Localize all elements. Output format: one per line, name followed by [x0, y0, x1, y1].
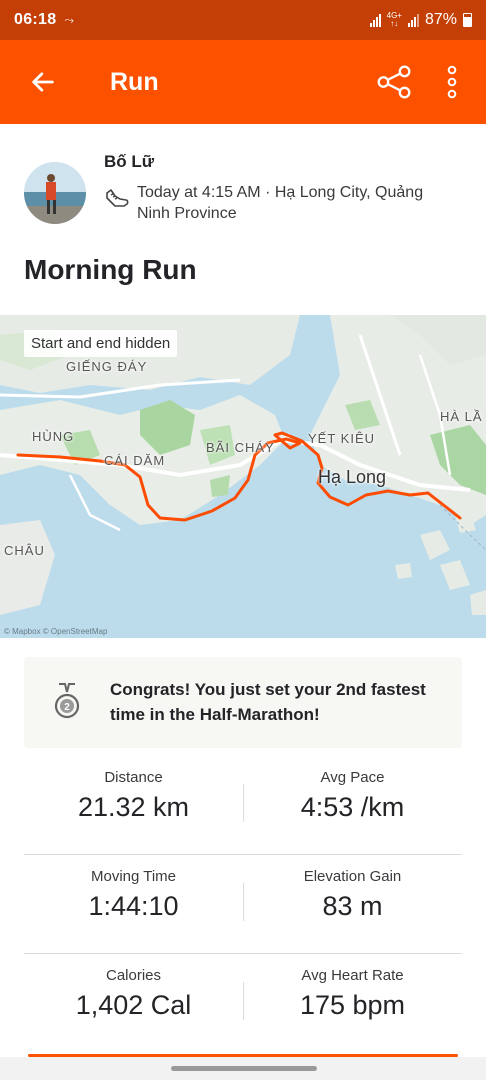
achievement-banner[interactable]: 2 Congrats! You just set your 2nd fastes…: [24, 657, 462, 748]
status-icons: 4G+ ↑↓ 87%: [369, 11, 472, 29]
stat-label: Distance: [104, 769, 163, 786]
page-title: Run: [110, 67, 159, 96]
status-bar: 06:18 ⤳ 4G+ ↑↓ 87%: [0, 0, 486, 40]
stat-value: 1:44:10: [88, 891, 179, 921]
stat-label: Avg Pace: [320, 769, 385, 786]
map-label-cai-dam: CÁI DĂM: [104, 453, 166, 468]
stats-grid: Distance 21.32 km Avg Pace 4:53 /km Movi…: [24, 756, 462, 1053]
stats-row: Moving Time 1:44:10 Elevation Gain 83 m: [24, 855, 462, 954]
map-label-bai-chay: BÃI CHÁY: [206, 440, 275, 455]
privacy-chip: Start and end hidden: [24, 330, 178, 357]
more-vertical-icon: [447, 65, 457, 99]
athlete-header: Bố Lữ Today at 4:15 AM · Hạ Long City, Q…: [24, 150, 464, 230]
stat-avg-pace: Avg Pace 4:53 /km: [243, 769, 462, 823]
app-bar: Run: [0, 40, 486, 124]
map-label-gieng-day: GIẾNG ĐÁY: [66, 359, 148, 374]
stats-row: Calories 1,402 Cal Avg Heart Rate 175 bp…: [24, 954, 462, 1053]
map-label-ha-long: Hạ Long: [318, 467, 387, 487]
stat-label: Avg Heart Rate: [301, 967, 404, 984]
share-icon: [377, 65, 411, 99]
running-shoe-icon: [106, 189, 129, 207]
map-label-ha-lam: HÀ LẦ: [440, 409, 483, 424]
system-nav-bar: [0, 1057, 486, 1080]
avatar-photo: [24, 162, 86, 224]
svg-text:2: 2: [64, 702, 70, 713]
map-label-hung: HÙNG: [32, 429, 75, 444]
arrow-left-icon: [32, 72, 54, 92]
activity-meta: Today at 4:15 AM · Hạ Long City, Quảng N…: [137, 184, 424, 222]
cell-signal-icon: [407, 13, 419, 27]
battery-icon: [463, 13, 472, 27]
status-time: 06:18: [14, 11, 57, 28]
activity-title: Morning Run: [24, 254, 197, 285]
stat-moving-time: Moving Time 1:44:10: [24, 868, 243, 922]
stat-value: 4:53 /km: [300, 792, 405, 822]
stat-avg-heart-rate: Avg Heart Rate 175 bpm: [243, 967, 462, 1021]
medal-icon: 2: [54, 683, 80, 719]
battery-percent: 87%: [424, 11, 457, 28]
map-label-yet-kieu: YẾT KIÊU: [308, 431, 376, 446]
back-button[interactable]: [0, 40, 86, 124]
stat-value: 83 m: [322, 891, 383, 921]
stat-elevation-gain: Elevation Gain 83 m: [243, 868, 462, 922]
avatar[interactable]: [24, 162, 86, 224]
route-map[interactable]: Start and end hidden GIẾNG ĐÁY HÙNG CÁI …: [0, 315, 486, 638]
stat-value: 175 bpm: [299, 990, 406, 1020]
missed-call-icon: ⤳: [64, 12, 75, 27]
stat-distance: Distance 21.32 km: [24, 769, 243, 823]
stat-label: Elevation Gain: [303, 868, 402, 885]
stat-value: 21.32 km: [77, 792, 190, 822]
stat-label: Calories: [105, 967, 162, 984]
athlete-name[interactable]: Bố Lữ: [104, 152, 154, 172]
map-attribution[interactable]: © Mapbox © OpenStreetMap: [4, 627, 107, 636]
map-label-chau: CHÂU: [4, 543, 45, 558]
stat-calories: Calories 1,402 Cal: [24, 967, 243, 1021]
share-button[interactable]: [372, 60, 416, 104]
stat-value: 1,402 Cal: [75, 990, 192, 1020]
wifi-signal-icon: [369, 13, 381, 27]
network-4g-icon: 4G+ ↑↓: [386, 11, 402, 28]
more-options-button[interactable]: [430, 60, 474, 104]
stat-label: Moving Time: [90, 868, 177, 885]
home-gesture-handle[interactable]: [171, 1066, 317, 1071]
stats-row: Distance 21.32 km Avg Pace 4:53 /km: [24, 756, 462, 855]
achievement-text: Congrats! You just set your 2nd fastest …: [110, 680, 426, 724]
